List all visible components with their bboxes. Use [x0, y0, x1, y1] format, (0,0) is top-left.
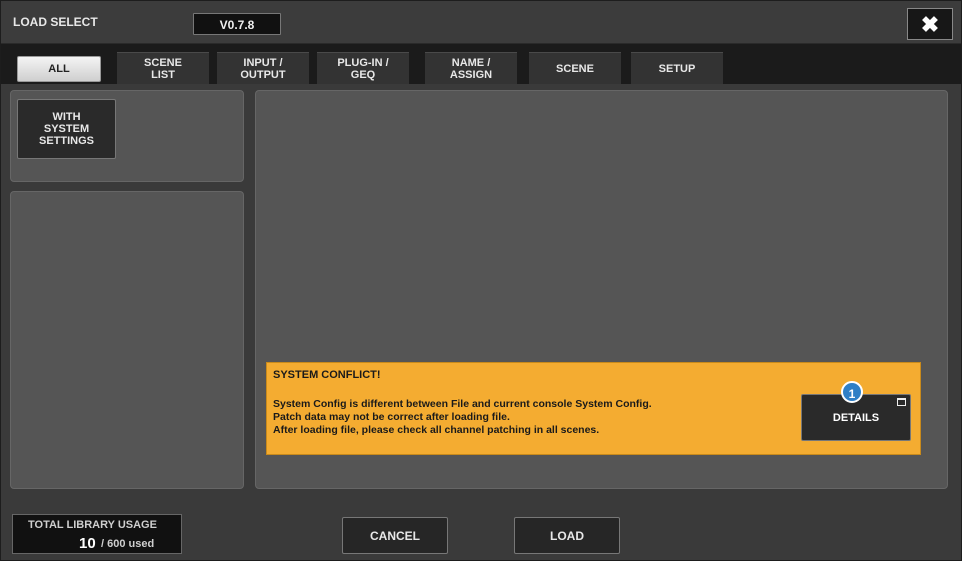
tab-all[interactable]: ALL	[17, 56, 101, 82]
tab-scene[interactable]: SCENE	[529, 52, 621, 84]
close-button[interactable]: ✖	[907, 8, 953, 40]
library-usage-box: TOTAL LIBRARY USAGE 10 / 600 used	[12, 514, 182, 554]
version-badge: V0.7.8	[193, 13, 281, 35]
tab-bar: ALL SCENE LIST INPUT / OUTPUT PLUG-IN / …	[1, 44, 961, 84]
conflict-message: System Config is different between File …	[273, 398, 652, 436]
usage-value: 10	[79, 535, 96, 552]
cancel-button[interactable]: CANCEL	[342, 517, 448, 554]
usage-label: TOTAL LIBRARY USAGE	[28, 519, 157, 531]
conflict-title: SYSTEM CONFLICT!	[273, 369, 381, 381]
callout-badge: 1	[841, 381, 863, 403]
load-select-window: LOAD SELECT V0.7.8 ✖ ALL SCENE LIST INPU…	[0, 0, 962, 561]
system-conflict-banner: SYSTEM CONFLICT! System Config is differ…	[266, 362, 921, 455]
usage-total: / 600 used	[101, 538, 155, 550]
title-bar: LOAD SELECT V0.7.8 ✖	[1, 1, 961, 44]
tab-input-output[interactable]: INPUT / OUTPUT	[217, 52, 309, 84]
with-system-settings-button[interactable]: WITH SYSTEM SETTINGS	[17, 99, 116, 159]
tab-scene-list[interactable]: SCENE LIST	[117, 52, 209, 84]
left-list-panel	[10, 191, 244, 489]
tab-name-assign[interactable]: NAME / ASSIGN	[425, 52, 517, 84]
window-title: LOAD SELECT	[13, 15, 98, 29]
close-icon: ✖	[920, 12, 940, 37]
tab-setup[interactable]: SETUP	[631, 52, 723, 84]
popup-window-icon	[897, 398, 906, 406]
load-button[interactable]: LOAD	[514, 517, 620, 554]
tab-plugin-geq[interactable]: PLUG-IN / GEQ	[317, 52, 409, 84]
